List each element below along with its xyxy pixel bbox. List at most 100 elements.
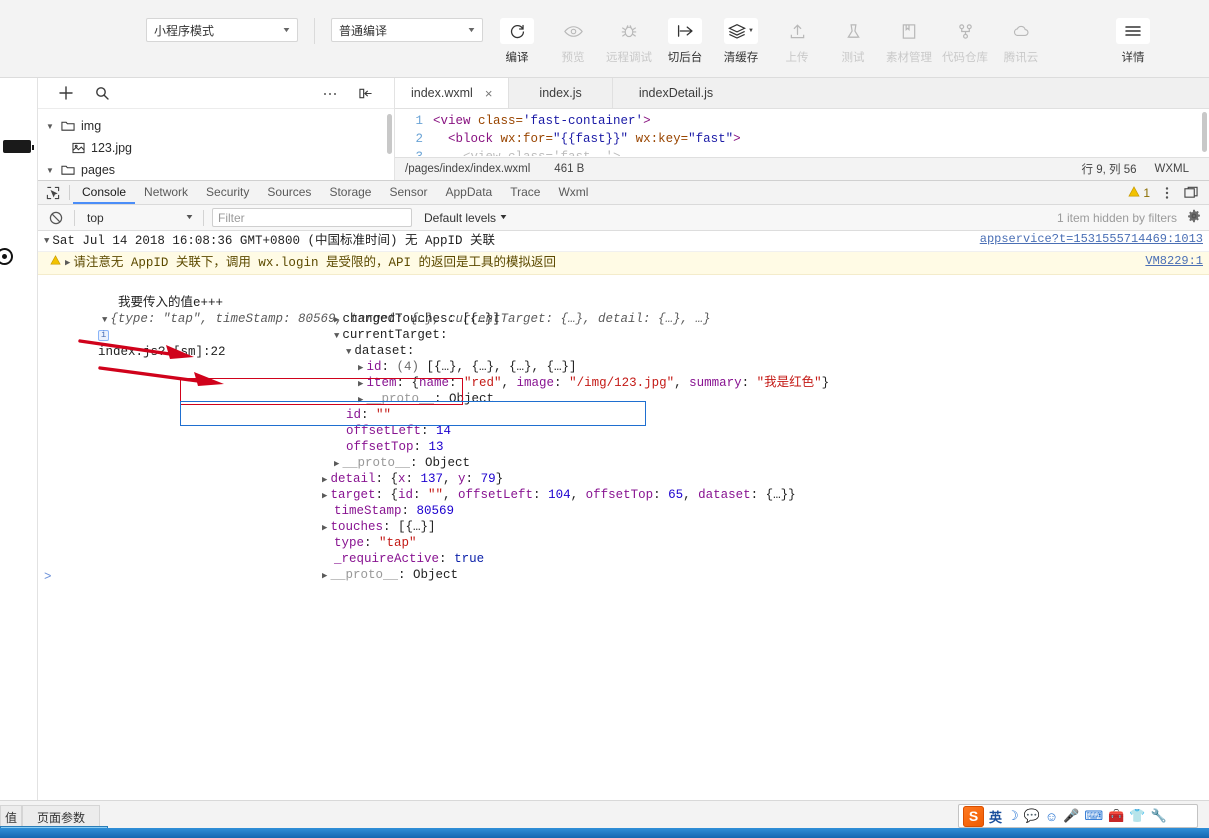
toolbox-icon[interactable]: 🧰: [1108, 808, 1124, 824]
tree-label-123jpg: 123.jpg: [91, 141, 133, 155]
file-tree-scrollbar[interactable]: [387, 114, 392, 154]
warning-counter[interactable]: 1: [1128, 186, 1155, 200]
inspect-element-icon[interactable]: [40, 181, 66, 204]
devtools-tab-trace[interactable]: Trace: [501, 181, 549, 204]
console-log-entry[interactable]: 我要传入的值e+++ ▼ {type: "tap", timeStamp: 805…: [38, 275, 1209, 582]
devtools-tab-console[interactable]: Console: [73, 181, 136, 204]
ime-language-icon[interactable]: 英: [989, 807, 1002, 826]
expand-arrow-icon[interactable]: ▶: [322, 571, 327, 581]
toolbar-button-details[interactable]: 详情: [1105, 18, 1161, 65]
bottom-tab-value[interactable]: 值: [0, 805, 23, 828]
console-filter-input[interactable]: Filter: [212, 208, 412, 227]
close-icon[interactable]: ×: [485, 86, 493, 101]
clear-console-icon[interactable]: [42, 205, 70, 230]
toolbar-button-preview[interactable]: 预览: [545, 18, 601, 65]
console-tree-row[interactable]: ▼ dataset:: [38, 327, 1209, 358]
sogou-logo-icon[interactable]: S: [963, 805, 984, 827]
console-source-link[interactable]: VM8229:1: [1145, 252, 1203, 270]
console-tree-row[interactable]: ▶ item: {name: "red", image: "/img/123.jp…: [38, 359, 1209, 390]
ime-toolbar[interactable]: S 英 ☽ 💬 ☺ 🎤 ⌨ 🧰 👕 🔧: [958, 804, 1198, 828]
toolbar-button-test[interactable]: 测试: [825, 18, 881, 65]
warning-triangle-icon: [50, 254, 61, 272]
devtools-tab-storage[interactable]: Storage: [320, 181, 380, 204]
toolbar-button-switch-background[interactable]: 切后台: [657, 18, 713, 65]
mode-select-value: 小程序模式: [154, 23, 215, 38]
toolbar-button-cloud[interactable]: 腾讯云: [993, 18, 1049, 65]
code-scrollbar[interactable]: [1202, 112, 1207, 152]
expand-arrow-icon[interactable]: ▶: [334, 315, 339, 325]
console-tree-row[interactable]: ▶ __proto__: Object: [38, 439, 1209, 470]
devtools-tab-sources[interactable]: Sources: [258, 181, 320, 204]
console-filter-placeholder: Filter: [218, 210, 245, 225]
editor-tab-index-wxml[interactable]: index.wxml ×: [395, 78, 510, 108]
console-tree-text: currentTarget:: [342, 328, 448, 342]
wrench-icon[interactable]: 🔧: [1150, 808, 1166, 824]
console-warning-row[interactable]: ▶ 请注意无 AppID 关联下，调用 wx.login 是受限的，API 的返…: [38, 252, 1209, 275]
expand-arrow-icon[interactable]: ▶: [65, 254, 70, 272]
console-tree-row[interactable]: ▶ touches: [{…}]: [38, 503, 1209, 534]
expand-arrow-icon[interactable]: ▶: [358, 379, 363, 389]
toolbar-label-upload: 上传: [785, 52, 809, 64]
upload-icon: [780, 18, 814, 44]
chevron-down-icon[interactable]: ▼: [44, 233, 49, 249]
toolbar-button-repo[interactable]: 代码仓库: [937, 18, 993, 65]
mic-icon[interactable]: 🎤: [1063, 808, 1079, 824]
expand-arrow-icon[interactable]: ▶: [322, 523, 327, 533]
moon-icon[interactable]: ☽: [1007, 808, 1019, 824]
line-number: 1: [415, 114, 423, 128]
tree-item-img[interactable]: ▼ img: [38, 115, 394, 137]
gear-icon[interactable]: [1187, 209, 1201, 226]
devtools-tab-security[interactable]: Security: [197, 181, 258, 204]
shirt-icon[interactable]: 👕: [1129, 808, 1145, 824]
tree-item-pages[interactable]: ▼ pages: [38, 159, 394, 181]
console-tree-row[interactable]: ▶ detail: {x: 137, y: 79}: [38, 455, 1209, 486]
console-log-summary-row[interactable]: 我要传入的值e+++ ▼ {type: "tap", timeStamp: 805…: [38, 279, 1209, 359]
console-source-link[interactable]: index.js? [sm]:22: [98, 345, 226, 359]
kebab-menu-icon[interactable]: [1155, 181, 1179, 204]
editor-tab-indexdetail-js[interactable]: indexDetail.js: [613, 78, 739, 108]
devtools-tab-sensor[interactable]: Sensor: [380, 181, 436, 204]
console-tree-row[interactable]: ▶ __proto__: Object: [38, 551, 1209, 582]
console-levels-value: Default levels: [424, 210, 497, 225]
collapse-panel-icon[interactable]: [348, 79, 384, 107]
console-group-header-text: Sat Jul 14 2018 16:08:36 GMT+0800 (中国标准时…: [52, 234, 495, 248]
toolbar-button-upload[interactable]: 上传: [769, 18, 825, 65]
devtools-tab-wxml[interactable]: Wxml: [549, 181, 597, 204]
console-levels-select[interactable]: Default levels ▼: [424, 210, 508, 225]
chevron-down-icon[interactable]: ▼: [102, 315, 107, 325]
devtools-tab-network[interactable]: Network: [135, 181, 197, 204]
expand-arrow-icon[interactable]: ▶: [358, 395, 363, 405]
expand-arrow-icon[interactable]: ▶: [358, 363, 363, 373]
toolbar-divider: [314, 18, 315, 44]
expand-arrow-icon[interactable]: ▶: [334, 459, 339, 469]
compile-mode-select[interactable]: 普通编译 ▼: [331, 18, 483, 42]
keyboard-icon[interactable]: ⌨: [1084, 808, 1103, 824]
expand-arrow-icon[interactable]: ▶: [322, 475, 327, 485]
toolbar-button-clear-cache[interactable]: ▼ 清缓存: [713, 18, 769, 65]
tree-item-123jpg[interactable]: 123.jpg: [38, 137, 394, 159]
info-badge-icon[interactable]: i: [98, 330, 110, 342]
search-icon[interactable]: [84, 79, 120, 107]
toolbar-button-remote-debug[interactable]: 远程调试: [601, 18, 657, 65]
console-output[interactable]: ▼ Sat Jul 14 2018 16:08:36 GMT+0800 (中国标…: [38, 231, 1209, 820]
console-prompt[interactable]: >: [38, 567, 1209, 587]
toolbar-button-compile[interactable]: 编译: [489, 18, 545, 65]
console-tree-row[interactable]: ▶ target: {id: "", offsetLeft: 104, offse…: [38, 471, 1209, 502]
plus-icon[interactable]: [48, 79, 84, 107]
smiley-icon[interactable]: ☺: [1045, 809, 1058, 824]
ellipsis-icon[interactable]: [312, 79, 348, 107]
chevron-down-icon[interactable]: ▼: [346, 347, 351, 357]
console-group-header[interactable]: ▼ Sat Jul 14 2018 16:08:36 GMT+0800 (中国标…: [38, 231, 1209, 252]
devtools-tab-appdata[interactable]: AppData: [437, 181, 502, 204]
toolbar-button-material[interactable]: 素材管理: [881, 18, 937, 65]
bottom-tab-page-params[interactable]: 页面参数: [22, 805, 101, 828]
dock-panel-icon[interactable]: [1179, 181, 1203, 204]
expand-arrow-icon[interactable]: ▶: [322, 491, 327, 501]
console-context-select[interactable]: top ▼: [79, 211, 199, 225]
voice-bubble-icon[interactable]: 💬: [1024, 808, 1040, 824]
console-source-link[interactable]: appservice?t=1531555714469:1013: [980, 231, 1203, 247]
editor-tab-index-js[interactable]: index.js: [509, 78, 613, 108]
mode-select[interactable]: 小程序模式 ▼: [146, 18, 298, 42]
code-lines[interactable]: 1 <view class='fast-container'> 2 <block…: [395, 109, 1209, 156]
chevron-down-icon[interactable]: ▼: [334, 331, 339, 341]
